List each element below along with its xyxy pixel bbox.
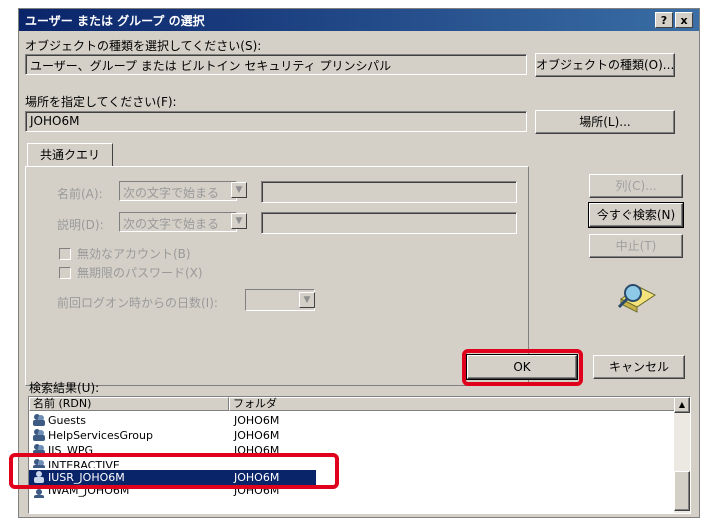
close-button[interactable]: x (675, 12, 693, 28)
name-mode-select[interactable]: 次の文字で始まる (119, 181, 237, 201)
tab-common-queries[interactable]: 共通クエリ (27, 143, 113, 167)
result-folder: JOHO6M (234, 429, 280, 442)
name-label: 名前(A): (57, 187, 103, 201)
location-label: 場所を指定してください(F): (25, 95, 177, 109)
disabled-accounts-checkbox[interactable] (59, 248, 71, 260)
select-users-dialog: ユーザー または グループ の選択 ? x オブジェクトの種類を選択してください… (9, 8, 700, 518)
cancel-button[interactable]: キャンセル (593, 355, 685, 379)
locations-button[interactable]: 場所(L)... (535, 110, 675, 134)
selected-row-highlight-box (9, 453, 339, 489)
title-bar[interactable]: ユーザー または グループ の選択 ? x (19, 9, 699, 31)
results-label: 検索結果(U): (29, 381, 100, 395)
last-logon-label: 前回ログオン時からの日数(I): (57, 296, 218, 310)
result-name: HelpServicesGroup (48, 429, 153, 442)
description-label: 説明(D): (57, 218, 104, 232)
help-button[interactable]: ? (655, 12, 673, 28)
result-folder: JOHO6M (234, 488, 280, 497)
chevron-down-icon[interactable]: ▼ (231, 213, 247, 229)
list-item[interactable]: Guests JOHO6M (29, 413, 676, 428)
location-field: JOHO6M (25, 111, 527, 132)
chevron-down-icon[interactable]: ▼ (231, 182, 247, 198)
object-type-field: ユーザー、グループ または ビルトイン セキュリティ プリンシパル (25, 54, 527, 75)
description-input[interactable] (261, 212, 517, 234)
list-item[interactable]: IWAM_JOHO6M JOHO6M (29, 488, 676, 498)
nonexpiring-password-checkbox[interactable] (59, 267, 71, 279)
stop-button[interactable]: 中止(T) (589, 234, 683, 258)
column-header-name[interactable]: 名前 (RDN) (29, 397, 229, 411)
group-icon (33, 414, 45, 426)
group-icon (33, 429, 45, 441)
description-mode-select[interactable]: 次の文字で始まる (119, 212, 237, 232)
object-type-label: オブジェクトの種類を選択してください(S): (25, 39, 262, 53)
ok-highlight-box (462, 349, 583, 386)
disabled-accounts-label: 無効なアカウント(B) (77, 247, 191, 261)
nonexpiring-password-label: 無期限のパスワード(X) (77, 266, 203, 280)
results-scrollbar[interactable]: ▲ (674, 397, 690, 513)
dialog-title: ユーザー または グループ の選択 (25, 14, 205, 28)
object-types-button[interactable]: オブジェクトの種類(O)... (535, 53, 675, 77)
result-name: IWAM_JOHO6M (48, 488, 130, 497)
list-item[interactable]: HelpServicesGroup JOHO6M (29, 428, 676, 443)
chevron-down-icon[interactable]: ▼ (299, 292, 315, 308)
result-name: Guests (48, 414, 87, 427)
scroll-thumb[interactable] (674, 471, 690, 511)
scroll-up-icon[interactable]: ▲ (674, 397, 690, 413)
user-icon (34, 489, 44, 498)
column-header-folder[interactable]: フォルダ (229, 397, 676, 411)
name-input[interactable] (261, 181, 517, 203)
result-folder: JOHO6M (234, 414, 280, 427)
columns-button[interactable]: 列(C)... (589, 174, 683, 198)
search-icon (617, 284, 656, 313)
search-now-button[interactable]: 今すぐ検索(N) (588, 202, 684, 228)
